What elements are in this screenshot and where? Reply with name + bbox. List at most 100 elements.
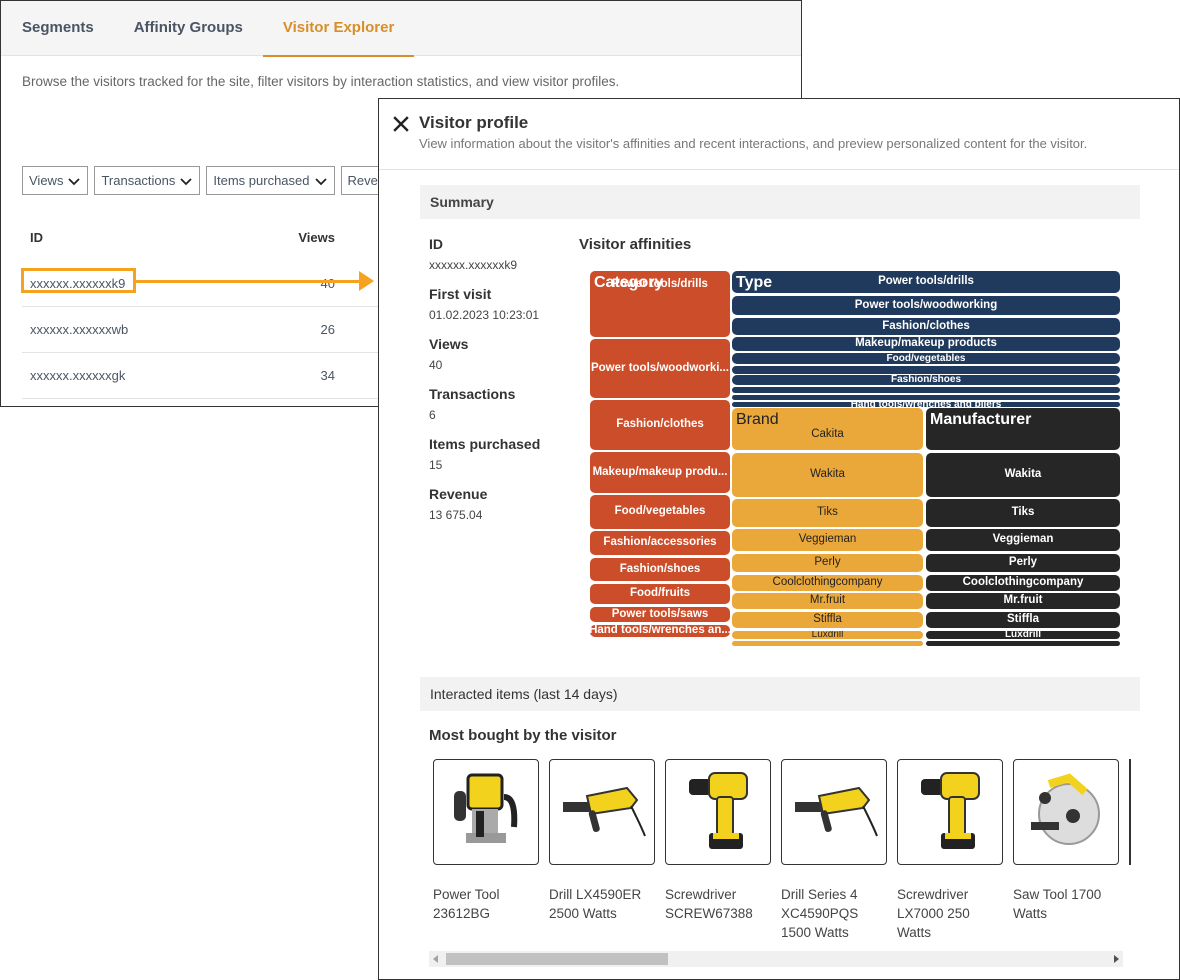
treemap-cell-category[interactable]: Power tools/drills <box>590 271 730 337</box>
table-header: ID Views <box>22 213 382 261</box>
summary-value: 40 <box>429 358 443 372</box>
treemap-cell-category[interactable]: Hand tools/wrenches an... <box>590 625 730 637</box>
profile-header: Visitor profile View information about t… <box>379 99 1179 170</box>
table-row[interactable]: xxxxxx.xxxxxxwb 26 <box>22 307 382 353</box>
product-name: Saw Tool 1700 Watts <box>1013 887 1102 921</box>
treemap-cell-type[interactable]: Food/vegetables <box>732 353 1120 364</box>
summary-label: Views <box>429 336 469 352</box>
summary-section-header: Summary <box>420 185 1140 219</box>
treemap-cell-category[interactable]: Makeup/makeup produ... <box>590 452 730 493</box>
treemap-cell-type[interactable]: Power tools/woodworking <box>732 296 1120 315</box>
treemap-cell-type[interactable] <box>732 395 1120 400</box>
treemap-cell-category[interactable]: Food/fruits <box>590 584 730 604</box>
treemap-cell-type[interactable] <box>732 387 1120 393</box>
treemap-cell-brand[interactable]: Stiffla <box>732 612 923 628</box>
product-card[interactable]: Drill LX4590ER 2500 Watts <box>549 759 655 942</box>
scroll-right-icon[interactable] <box>1114 955 1119 963</box>
filter-bar: Views Transactions Items purchased Reven <box>22 166 393 195</box>
filter-transactions[interactable]: Transactions <box>94 166 201 195</box>
treemap-cell-type[interactable]: Makeup/makeup products <box>732 337 1120 351</box>
treemap-cell-brand[interactable] <box>732 641 923 646</box>
summary-label: ID <box>429 236 443 252</box>
product-card[interactable]: Power Tool 23612BG <box>433 759 539 942</box>
treemap-cell-type[interactable] <box>732 366 1120 374</box>
summary-value: 6 <box>429 408 436 422</box>
treemap-cell-manufacturer[interactable]: Coolclothingcompany <box>926 575 1120 591</box>
cordless-drill-icon <box>665 759 771 865</box>
scroll-left-icon[interactable] <box>433 955 438 963</box>
treemap-cell-brand[interactable]: Tiks <box>732 499 923 527</box>
treemap-cell-manufacturer[interactable]: Stiffla <box>926 612 1120 628</box>
treemap-cell-manufacturer[interactable]: Tiks <box>926 499 1120 527</box>
treemap-cell-category[interactable]: Food/vegetables <box>590 495 730 529</box>
product-card[interactable]: Drill Series 4 XC4590PQS 1500 Watts <box>781 759 887 942</box>
treemap-cell-category[interactable]: Fashion/clothes <box>590 400 730 450</box>
filter-items-purchased[interactable]: Items purchased <box>206 166 335 195</box>
column-header-views[interactable]: Views <box>282 230 335 245</box>
treemap-cell-category[interactable]: Fashion/shoes <box>590 558 730 581</box>
explorer-description: Browse the visitors tracked for the site… <box>22 74 620 89</box>
treemap-cell-type[interactable]: Power tools/drills <box>732 271 1120 293</box>
callout-arrow-icon <box>359 271 374 291</box>
treemap-cell-manufacturer[interactable]: Wakita <box>926 453 1120 497</box>
treemap-cell-type[interactable]: Fashion/shoes <box>732 375 1120 385</box>
summary-value: 01.02.2023 10:23:01 <box>429 308 540 322</box>
treemap-cell-brand[interactable]: Coolclothingcompany <box>732 575 923 591</box>
hammer-drill-icon <box>549 759 655 865</box>
column-header-id[interactable]: ID <box>22 230 282 245</box>
treemap-cell-manufacturer[interactable] <box>926 408 1120 450</box>
summary-value: 13 675.04 <box>429 508 483 522</box>
visitor-id-link[interactable]: xxxxxx.xxxxxxgk <box>22 368 282 383</box>
interacted-items-section-header: Interacted items (last 14 days) <box>420 677 1140 711</box>
close-icon[interactable] <box>392 115 410 133</box>
tab-segments[interactable]: Segments <box>2 1 114 56</box>
tab-affinity-groups[interactable]: Affinity Groups <box>114 1 263 56</box>
visitor-affinities-title: Visitor affinities <box>579 236 692 253</box>
profile-title: Visitor profile <box>419 113 529 132</box>
most-bought-title: Most bought by the visitor <box>429 727 617 744</box>
treemap-cell-category[interactable]: Fashion/accessories <box>590 531 730 555</box>
treemap-cell-category[interactable]: Power tools/woodworki... <box>590 339 730 398</box>
visitor-views: 34 <box>320 368 335 383</box>
product-name: Power Tool 23612BG <box>433 887 500 921</box>
visitor-id-link[interactable]: xxxxxx.xxxxxxwb <box>22 322 282 337</box>
carousel-scrollbar[interactable] <box>429 951 1123 967</box>
visitor-views: 26 <box>320 322 335 337</box>
product-card[interactable]: Saw Tool 1700 Watts <box>1013 759 1119 942</box>
profile-subtitle: View information about the visitor's aff… <box>419 136 1088 151</box>
treemap-cell-type[interactable]: Hand tools/wrenches and pliers <box>732 402 1120 407</box>
treemap-cell-brand[interactable]: Veggieman <box>732 529 923 551</box>
callout-arrow-line <box>136 280 360 283</box>
treemap-cell-brand[interactable]: Mr.fruit <box>732 593 923 609</box>
treemap-cell-manufacturer[interactable]: Mr.fruit <box>926 593 1120 609</box>
treemap-cell-brand[interactable]: Wakita <box>732 453 923 497</box>
summary-label: First visit <box>429 286 492 302</box>
filter-label: Items purchased <box>213 173 310 188</box>
product-card[interactable]: Screwdriver SCREW67388 <box>665 759 771 942</box>
treemap-cell-type[interactable]: Fashion/clothes <box>732 318 1120 335</box>
chevron-down-icon <box>314 177 327 185</box>
treemap-cell-manufacturer[interactable]: Luxdrill <box>926 631 1120 639</box>
summary-label: Items purchased <box>429 436 541 452</box>
treemap-cell-manufacturer[interactable] <box>926 641 1120 646</box>
treemap-cell-brand[interactable]: Perly <box>732 554 923 572</box>
treemap-cell-brand[interactable]: Luxdrill <box>732 631 923 639</box>
summary-label: Revenue <box>429 486 488 502</box>
treemap-cell-manufacturer[interactable]: Perly <box>926 554 1120 572</box>
product-name: Drill LX4590ER 2500 Watts <box>549 887 642 921</box>
visitor-views: 40 <box>320 276 335 291</box>
summary-value: xxxxxx.xxxxxxk9 <box>429 258 518 272</box>
selection-highlight <box>21 268 136 293</box>
treemap-cell-category[interactable]: Power tools/saws <box>590 607 730 622</box>
product-card[interactable]: Screwdriver LX7000 250 Watts <box>897 759 1003 942</box>
product-name: Screwdriver LX7000 250 Watts <box>897 887 970 940</box>
tab-visitor-explorer[interactable]: Visitor Explorer <box>262 1 415 57</box>
router-tool-icon <box>433 759 539 865</box>
treemap-cell-brand[interactable]: Cakita <box>732 408 923 450</box>
filter-views[interactable]: Views <box>22 166 89 195</box>
scrollbar-thumb[interactable] <box>446 953 668 965</box>
treemap-cell-manufacturer[interactable]: Veggieman <box>926 529 1120 551</box>
table-row[interactable]: xxxxxx.xxxxxxgk 34 <box>22 353 382 399</box>
affinities-treemap: Power tools/drills Power tools/woodworki.… <box>590 271 1120 647</box>
product-card-partial <box>1129 759 1131 865</box>
